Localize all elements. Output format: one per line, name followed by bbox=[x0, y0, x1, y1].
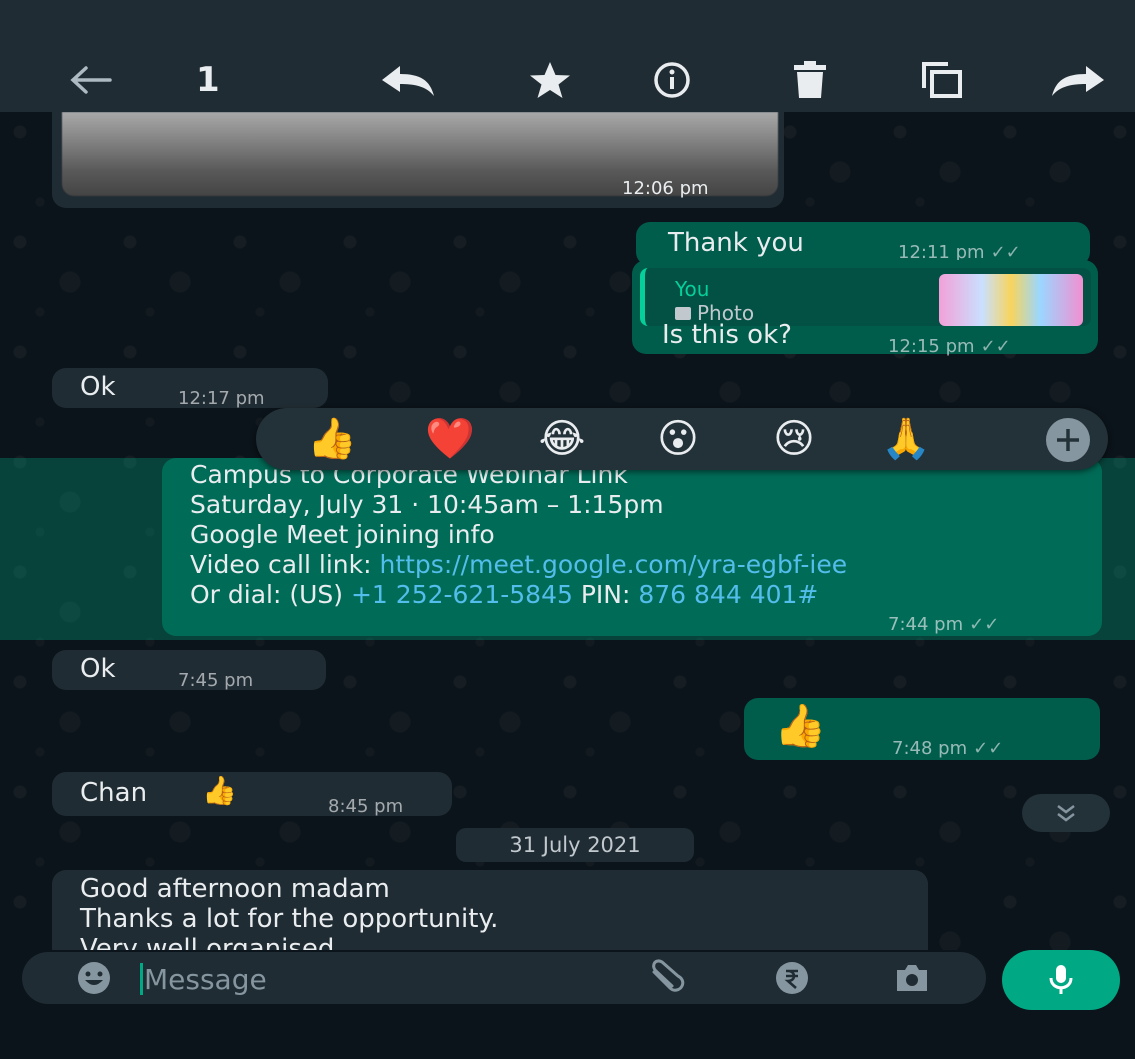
forward-button[interactable] bbox=[1050, 56, 1106, 104]
camera-button[interactable] bbox=[892, 958, 932, 998]
message-line: Google Meet joining info bbox=[190, 520, 495, 549]
pin-label: PIN: bbox=[572, 580, 639, 609]
info-icon bbox=[654, 62, 690, 98]
selected-count: 1 bbox=[196, 60, 220, 100]
message-meta: 12:15 pm ✓✓ bbox=[888, 332, 1011, 362]
delete-button[interactable] bbox=[782, 56, 838, 104]
incoming-message[interactable]: Ok 7:45 pm bbox=[52, 650, 326, 691]
info-button[interactable] bbox=[644, 56, 700, 104]
meet-link[interactable]: https://meet.google.com/yra-egbf-iee bbox=[379, 550, 847, 579]
date-separator: 31 July 2021 bbox=[456, 828, 694, 862]
copy-icon bbox=[922, 62, 962, 98]
message-time: 8:45 pm bbox=[328, 796, 404, 817]
payment-button[interactable] bbox=[772, 958, 812, 998]
video-link-line: Video call link: https://meet.google.com… bbox=[190, 550, 1050, 580]
star-button[interactable] bbox=[522, 56, 578, 104]
outgoing-message[interactable]: 👍 7:48 pm ✓✓ bbox=[744, 698, 1100, 760]
message-body: Campus to Corporate Webinar Link Saturda… bbox=[190, 460, 1050, 610]
message-line: Good afternoon madam bbox=[80, 874, 390, 904]
emoji-button[interactable] bbox=[74, 958, 114, 998]
message-line: Very well organised. bbox=[80, 934, 343, 950]
message-emoji: 👍 bbox=[774, 701, 827, 750]
reaction-sad[interactable]: 😢 bbox=[764, 414, 824, 464]
camera-icon bbox=[897, 965, 927, 991]
message-text: Thank you bbox=[668, 228, 804, 258]
message-text: Ok bbox=[80, 372, 116, 402]
back-arrow-icon bbox=[70, 66, 112, 94]
message-text: Chan bbox=[80, 778, 148, 808]
incoming-message[interactable]: Chan 👍 8:45 pm bbox=[52, 772, 452, 817]
image-message[interactable]: 12:06 pm bbox=[52, 112, 784, 208]
reply-icon bbox=[382, 66, 434, 96]
microphone-icon bbox=[1049, 965, 1073, 994]
message-composer bbox=[22, 952, 986, 1004]
reply-button[interactable] bbox=[380, 56, 436, 104]
message-time: 12:15 pm bbox=[888, 336, 975, 357]
message-line: Saturday, July 31 · 10:45am – 1:15pm bbox=[190, 490, 664, 519]
message-text: Ok bbox=[80, 654, 116, 684]
attach-button[interactable] bbox=[648, 958, 688, 998]
outgoing-selected-message[interactable]: Campus to Corporate Webinar Link Saturda… bbox=[162, 458, 1102, 636]
dial-label: Or dial: (US) bbox=[190, 580, 351, 609]
double-check-icon: ✓✓ bbox=[973, 738, 1004, 759]
message-body: Good afternoon madam Thanks a lot for th… bbox=[80, 874, 498, 950]
bottom-bar bbox=[0, 1012, 1135, 1059]
double-check-icon: ✓✓ bbox=[969, 614, 1000, 635]
phone-link[interactable]: +1 252-621-5845 bbox=[351, 580, 573, 609]
quote-thumbnail bbox=[939, 274, 1083, 326]
message-time: 7:44 pm bbox=[888, 614, 964, 635]
message-text: Is this ok? bbox=[662, 320, 792, 350]
emoji-icon bbox=[78, 962, 110, 994]
message-time: 7:48 pm bbox=[892, 738, 968, 759]
reaction-thumbs-up[interactable]: 👍 bbox=[302, 414, 362, 464]
back-button[interactable] bbox=[62, 56, 118, 104]
chat-area[interactable]: 12:06 pm Thank you 12:11 pm ✓✓ You Photo … bbox=[0, 112, 1135, 950]
copy-button[interactable] bbox=[914, 56, 970, 104]
quoted-message[interactable]: You Photo bbox=[640, 268, 1091, 326]
double-check-icon: ✓✓ bbox=[980, 336, 1011, 357]
more-reactions-button[interactable] bbox=[1046, 418, 1090, 462]
message-meta: 7:44 pm ✓✓ bbox=[888, 610, 999, 640]
incoming-message[interactable]: Ok 12:17 pm bbox=[52, 368, 328, 409]
message-line: Thanks a lot for the opportunity. bbox=[80, 904, 499, 934]
incoming-message[interactable]: Good afternoon madam Thanks a lot for th… bbox=[52, 870, 928, 950]
reaction-laugh[interactable]: 😂 bbox=[532, 414, 592, 464]
selection-toolbar: 1 bbox=[0, 0, 1135, 112]
trash-icon bbox=[794, 61, 826, 98]
video-link-label: Video call link: bbox=[190, 550, 380, 579]
message-emoji: 👍 bbox=[202, 774, 237, 807]
photo-icon bbox=[675, 307, 691, 320]
reaction-wow[interactable]: 😮 bbox=[648, 414, 708, 464]
double-chevron-down-icon bbox=[1057, 805, 1075, 822]
plus-icon bbox=[1057, 429, 1079, 451]
message-time: 12:17 pm bbox=[178, 388, 265, 409]
pin-link[interactable]: 876 844 401# bbox=[638, 580, 818, 609]
paperclip-icon bbox=[652, 959, 685, 992]
voice-record-button[interactable] bbox=[1002, 950, 1120, 1010]
message-input[interactable] bbox=[142, 956, 626, 1002]
star-icon bbox=[530, 62, 570, 98]
message-time: 7:45 pm bbox=[178, 670, 254, 691]
scroll-to-bottom-button[interactable] bbox=[1022, 794, 1110, 832]
dial-line: Or dial: (US) +1 252-621-5845 PIN: 876 8… bbox=[190, 580, 1050, 610]
message-time: 12:06 pm bbox=[622, 178, 709, 199]
forward-icon bbox=[1052, 66, 1104, 96]
reaction-heart[interactable]: ❤️ bbox=[420, 414, 480, 464]
outgoing-reply-message[interactable]: You Photo Is this ok? 12:15 pm ✓✓ bbox=[632, 260, 1098, 357]
message-meta: 7:48 pm ✓✓ bbox=[892, 734, 1003, 764]
reaction-picker: 👍 ❤️ 😂 😮 😢 🙏 bbox=[256, 408, 1108, 470]
rupee-icon bbox=[776, 962, 808, 994]
reaction-pray[interactable]: 🙏 bbox=[876, 414, 936, 464]
